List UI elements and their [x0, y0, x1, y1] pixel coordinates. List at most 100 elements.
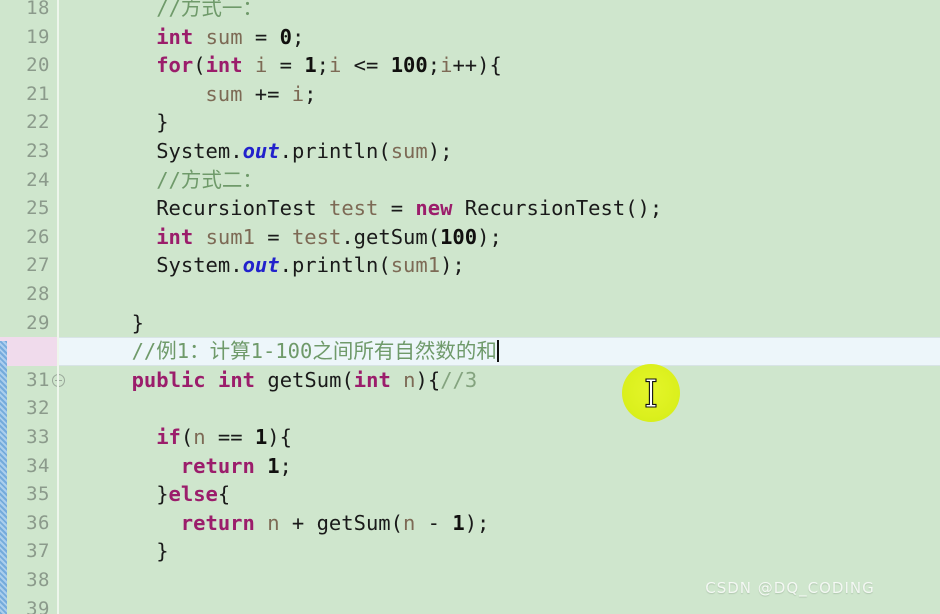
- line-number-21[interactable]: 21: [0, 80, 50, 109]
- line-number-19[interactable]: 19: [0, 23, 50, 52]
- token-kw: for: [156, 53, 194, 78]
- code-line-19[interactable]: int sum = 0;: [156, 23, 304, 52]
- token-kw: int: [353, 367, 391, 392]
- code-line-36[interactable]: return n + getSum(n - 1);: [181, 509, 490, 538]
- line-number-34[interactable]: 34: [0, 452, 50, 481]
- code-line-37[interactable]: }: [156, 537, 168, 566]
- line-number-28[interactable]: 28: [0, 280, 50, 309]
- code-line-24[interactable]: //方式二：: [156, 166, 263, 195]
- line-number-22[interactable]: 22: [0, 108, 50, 137]
- line-number-27[interactable]: 27: [0, 251, 50, 280]
- token-stat: out: [242, 139, 280, 163]
- token-plain: );: [427, 139, 453, 163]
- line-number-18[interactable]: 18: [0, 0, 50, 23]
- token-kw: public: [131, 367, 206, 392]
- code-line-29[interactable]: }: [132, 309, 144, 338]
- token-cmt: //3: [440, 367, 478, 392]
- code-line-30[interactable]: //例1：计算1-100之间所有自然数的和: [132, 337, 499, 366]
- token-plain: }: [156, 482, 169, 507]
- token-var: test: [291, 224, 342, 249]
- token-plain: +: [279, 510, 317, 535]
- token-num: 1: [267, 453, 280, 478]
- code-line-27[interactable]: System.out.println(sum1);: [156, 251, 465, 280]
- line-number-37[interactable]: 37: [0, 537, 50, 566]
- token-meth: getSum: [316, 510, 391, 535]
- code-line-31[interactable]: public int getSum(int n){//3: [132, 366, 478, 395]
- token-plain: }: [156, 539, 169, 564]
- code-line-23[interactable]: System.out.println(sum);: [156, 137, 452, 166]
- token-kw: else: [168, 482, 218, 507]
- token-plain: =: [378, 196, 416, 221]
- line-number-32[interactable]: 32: [0, 394, 50, 423]
- token-var: test: [328, 196, 379, 221]
- token-plain: =: [267, 53, 305, 78]
- token-plain: ++){: [452, 53, 502, 78]
- token-plain: (: [193, 53, 206, 78]
- token-var: sum1: [390, 253, 441, 278]
- token-kw: new: [415, 196, 453, 221]
- line-number-24[interactable]: 24: [0, 166, 50, 195]
- csdn-watermark: CSDN @DQ_CODING: [705, 579, 875, 597]
- token-plain: System.: [156, 253, 243, 278]
- token-kw: int: [205, 53, 243, 78]
- line-number-20[interactable]: 20: [0, 51, 50, 80]
- token-var: n: [193, 425, 206, 449]
- line-number-gutter[interactable]: 1819202122232425262728293031323334353637…: [0, 0, 65, 614]
- line-number-33[interactable]: 33: [0, 423, 50, 452]
- code-line-35[interactable]: }else{: [156, 480, 230, 509]
- token-num: 100: [440, 224, 478, 249]
- token-var: sum: [205, 81, 243, 106]
- active-line-number-highlight: [0, 337, 57, 366]
- token-var: n: [403, 367, 416, 392]
- code-line-22[interactable]: }: [156, 108, 168, 137]
- token-var: sum: [205, 24, 243, 49]
- token-num: 100: [390, 53, 428, 78]
- token-plain: ==: [205, 425, 255, 449]
- token-meth: getSum: [267, 367, 342, 392]
- token-cmt-cn: //方式一：: [156, 0, 263, 20]
- token-kw: int: [218, 367, 256, 392]
- token-plain: .getSum(: [341, 224, 441, 249]
- code-line-21[interactable]: sum += i;: [205, 80, 316, 109]
- token-cls: RecursionTest: [464, 196, 626, 221]
- code-line-25[interactable]: RecursionTest test = new RecursionTest()…: [156, 194, 662, 223]
- token-plain: }: [156, 110, 169, 135]
- line-number-26[interactable]: 26: [0, 223, 50, 252]
- line-number-31[interactable]: 31: [0, 366, 50, 395]
- token-var: i: [329, 53, 342, 78]
- token-var: n: [402, 510, 416, 535]
- line-number-38[interactable]: 38: [0, 566, 50, 595]
- token-plain: ();: [625, 196, 663, 221]
- token-plain: ){: [267, 425, 292, 449]
- line-number-25[interactable]: 25: [0, 194, 50, 223]
- vcs-change-stripe[interactable]: [0, 341, 7, 614]
- code-line-18[interactable]: //方式一：: [156, 0, 263, 23]
- token-plain: =: [242, 24, 280, 49]
- code-line-20[interactable]: for(int i = 1;i <= 100;i++){: [156, 51, 502, 80]
- token-plain: );: [440, 253, 465, 278]
- code-editor[interactable]: 1819202122232425262728293031323334353637…: [0, 0, 940, 614]
- code-line-26[interactable]: int sum1 = test.getSum(100);: [156, 223, 502, 252]
- token-stat: out: [242, 253, 280, 278]
- text-caret: [496, 340, 499, 363]
- code-line-34[interactable]: return 1;: [181, 452, 292, 481]
- line-number-39[interactable]: 39: [0, 595, 50, 614]
- line-number-23[interactable]: 23: [0, 137, 50, 166]
- token-num: 0: [279, 24, 292, 49]
- token-plain: {: [217, 482, 231, 507]
- token-plain: .println(: [279, 253, 391, 278]
- token-plain: ;: [316, 53, 329, 78]
- line-number-35[interactable]: 35: [0, 480, 50, 509]
- code-line-33[interactable]: if(n == 1){: [156, 423, 292, 452]
- token-plain: System.: [156, 139, 243, 163]
- code-content[interactable]: //方式一： int sum = 0; for(int i = 1;i <= 100…: [59, 0, 940, 614]
- token-kw: return: [180, 510, 255, 535]
- line-number-29[interactable]: 29: [0, 309, 50, 338]
- line-number-36[interactable]: 36: [0, 509, 50, 538]
